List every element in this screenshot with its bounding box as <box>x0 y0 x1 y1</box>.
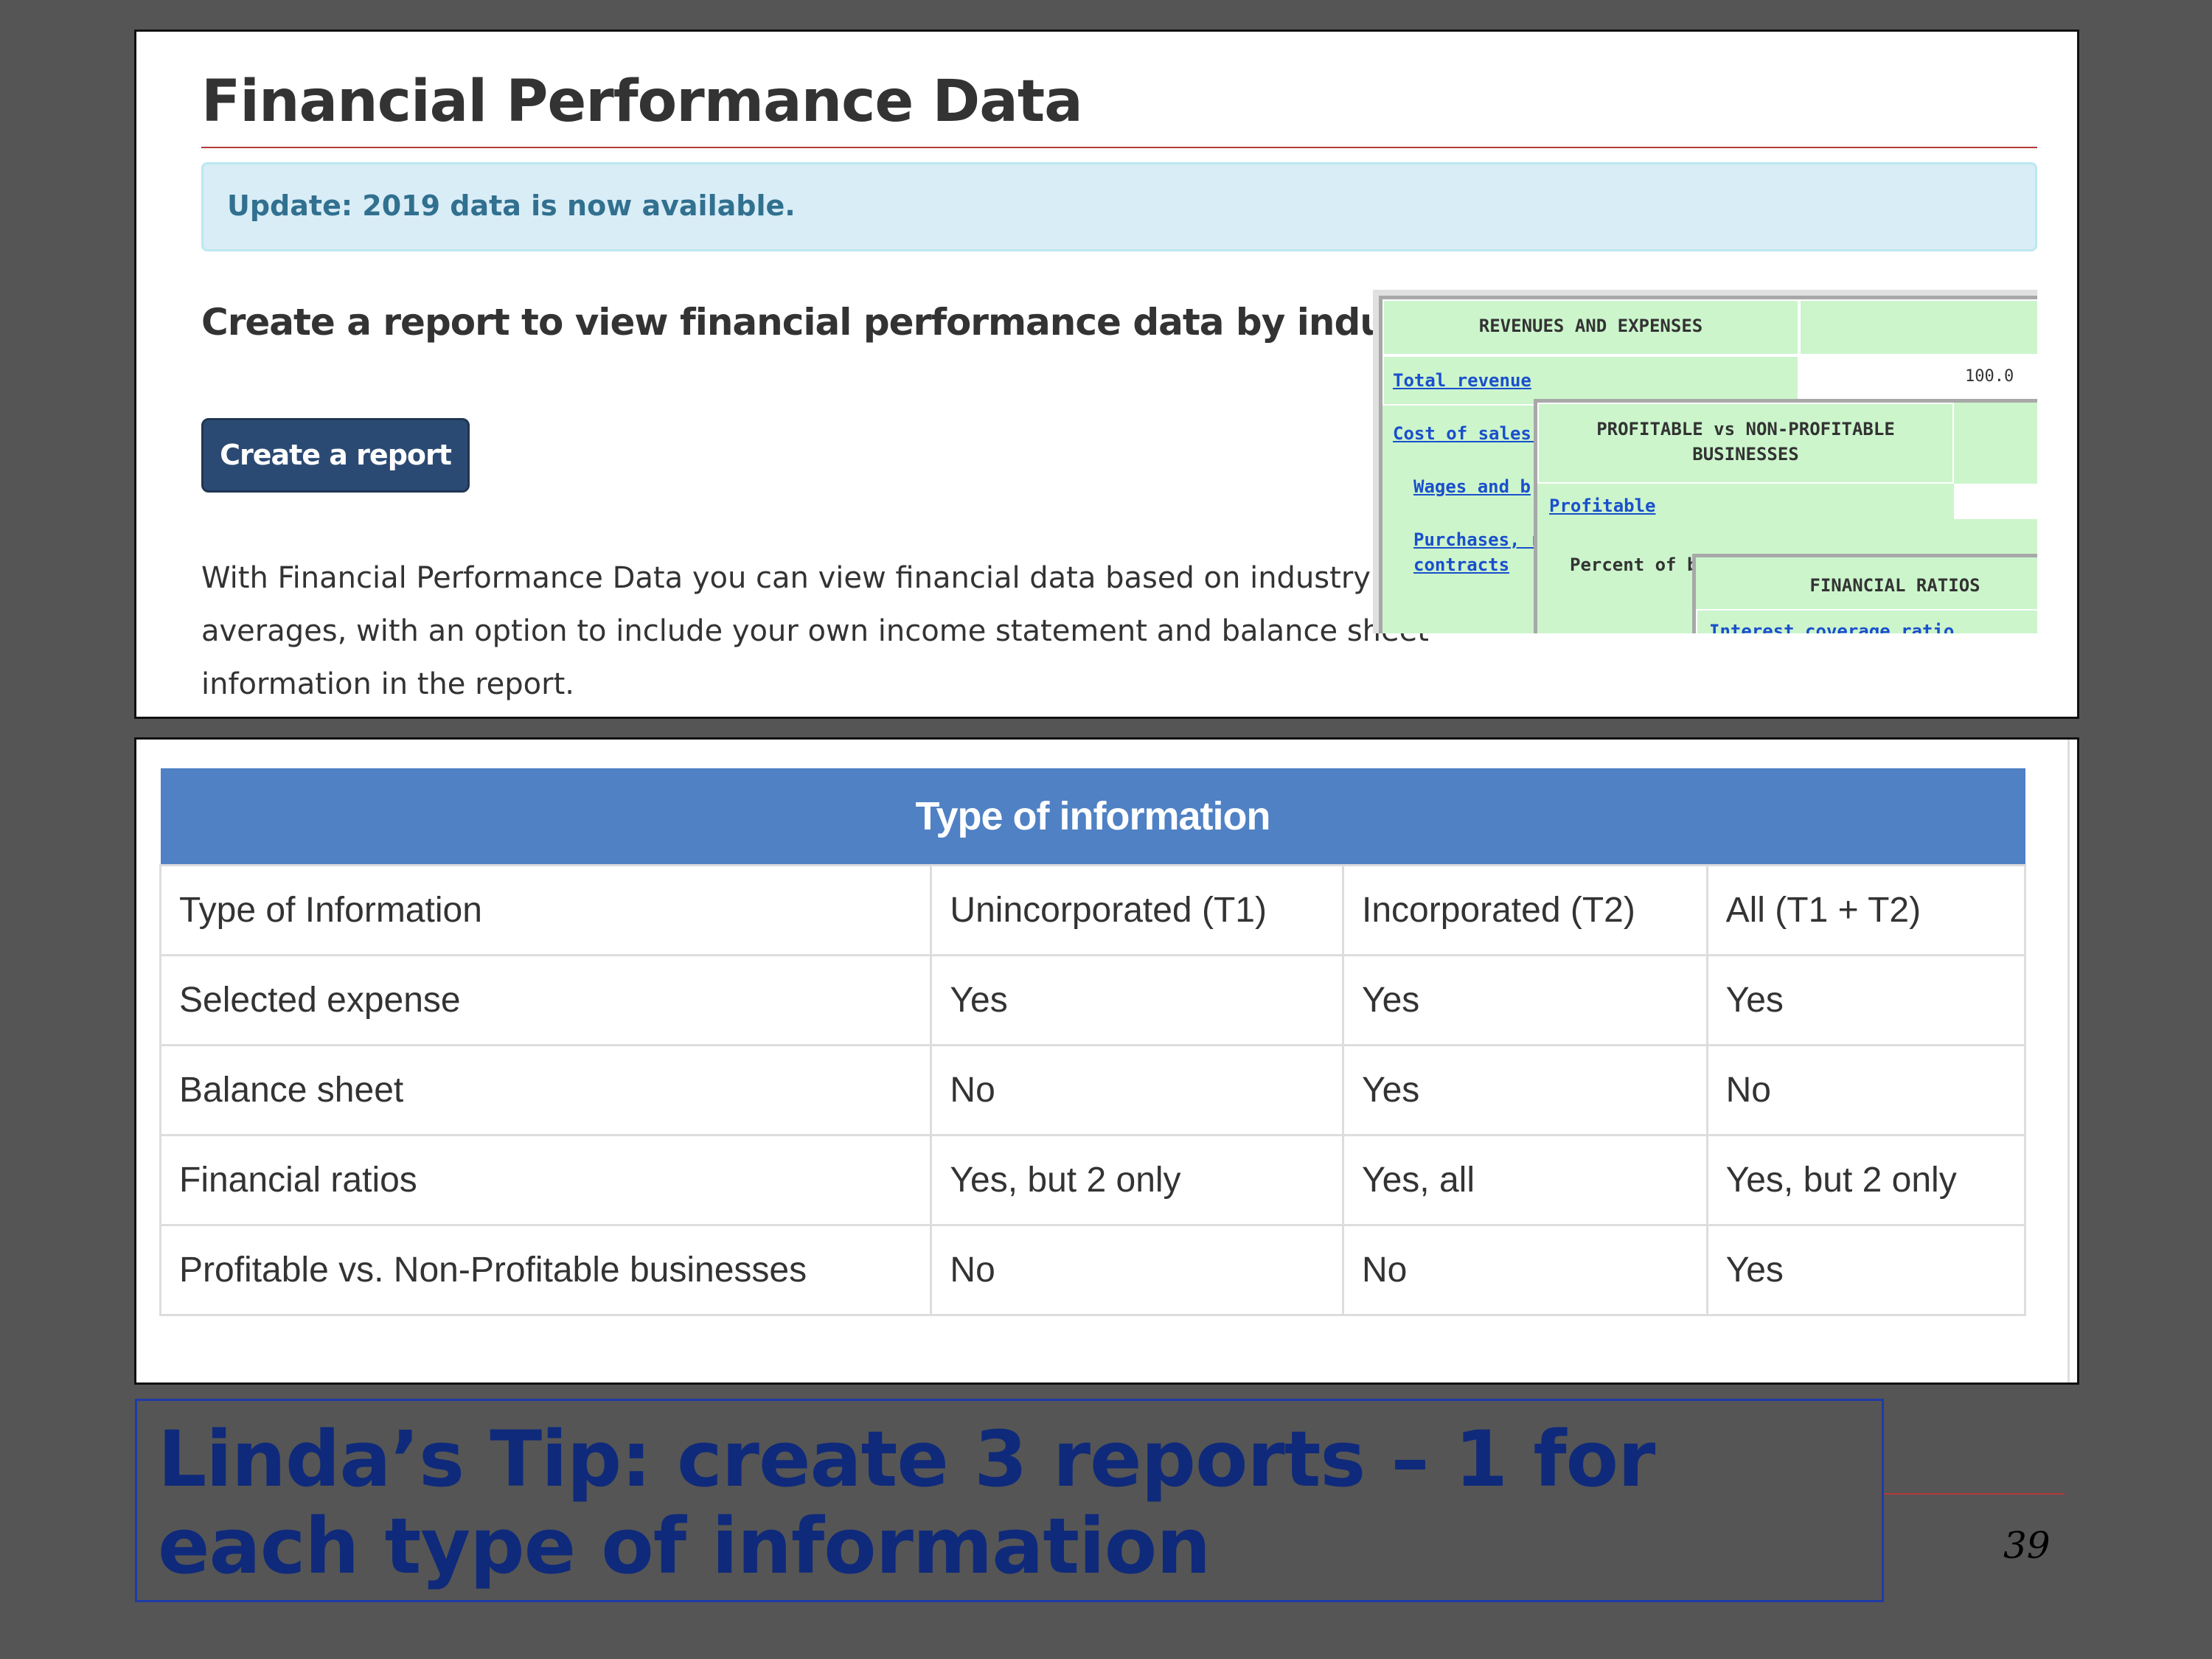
section-heading: Create a report to view financial perfor… <box>201 301 1465 344</box>
preview-cell <box>1954 484 2037 519</box>
create-report-button[interactable]: Create a report <box>201 418 470 493</box>
table-cell: Yes <box>1705 954 2027 1046</box>
table-cell: All (T1 + T2) <box>1705 864 2027 956</box>
profitable-heading-line2: BUSINESSES <box>1692 444 1799 465</box>
table-row: Profitable vs. Non-Profitable businesses… <box>159 1224 2027 1316</box>
revenues-expenses-heading: REVENUES AND EXPENSES <box>1478 316 1703 336</box>
table-cell: Yes <box>1705 1224 2027 1316</box>
total-revenue-value: 100.0 <box>1965 367 2014 386</box>
table-cell: Unincorporated (T1) <box>930 864 1344 956</box>
financial-performance-panel: Financial Performance Data Update: 2019 … <box>134 29 2079 719</box>
total-revenue-link[interactable]: Total revenue <box>1393 370 1531 391</box>
table-cell: Yes <box>1342 954 1708 1046</box>
table-row: Financial ratios Yes, but 2 only Yes, al… <box>159 1134 2027 1226</box>
information-type-table: Type of information Type of Information … <box>159 768 2027 1316</box>
table-cell: Financial ratios <box>159 1134 933 1226</box>
table-cell: Balance sheet <box>159 1044 933 1136</box>
table-cell: Yes, but 2 only <box>1705 1134 2027 1226</box>
table-row-header: Type of Information Unincorporated (T1) … <box>159 864 2027 956</box>
interest-coverage-link[interactable]: Interest coverage ratio <box>1709 621 1954 633</box>
table-cell: Profitable vs. Non-Profitable businesses <box>159 1224 933 1316</box>
financial-ratios-preview: FINANCIAL RATIOS Interest coverage ratio <box>1692 554 2037 633</box>
table-cell: Yes <box>930 954 1344 1046</box>
table-cell: No <box>930 1224 1344 1316</box>
purchases-link[interactable]: Purchases, r <box>1413 529 1541 550</box>
cost-of-sales-link[interactable]: Cost of sales ( <box>1393 423 1553 444</box>
slide-divider <box>1884 1493 2065 1495</box>
tip-text: Linda’s Tip: create 3 reports – 1 for ea… <box>158 1414 1655 1591</box>
page-title: Financial Performance Data <box>201 69 1083 135</box>
wages-link[interactable]: Wages and b <box>1413 476 1531 497</box>
table-caption: Type of information <box>160 768 2025 866</box>
page-number: 39 <box>2003 1524 2051 1567</box>
percent-of-label: Percent of b <box>1570 554 1698 575</box>
alert-text: Update: 2019 data is now available. <box>227 189 796 222</box>
table-cell: Selected expense <box>159 954 933 1046</box>
table-cell: Incorporated (T2) <box>1342 864 1708 956</box>
table-cell: No <box>1705 1044 2027 1136</box>
table-cell: No <box>930 1044 1344 1136</box>
update-alert: Update: 2019 data is now available. <box>201 162 2037 251</box>
tip-box: Linda’s Tip: create 3 reports – 1 for ea… <box>135 1399 1884 1602</box>
table-cell: Yes, but 2 only <box>930 1134 1344 1226</box>
preview-cell <box>1799 299 2037 355</box>
table-cell: Yes <box>1342 1044 1708 1136</box>
financial-ratios-heading: FINANCIAL RATIOS <box>1809 575 1980 596</box>
contracts-link[interactable]: contracts <box>1413 554 1509 575</box>
report-preview-image: REVENUES AND EXPENSES Total revenue 100.… <box>1373 290 2037 633</box>
information-table-panel: Type of information Type of Information … <box>134 737 2079 1385</box>
table-cell: Yes, all <box>1342 1134 1708 1226</box>
table-row: Balance sheet No Yes No <box>159 1044 2027 1136</box>
table-cell: No <box>1342 1224 1708 1316</box>
description-text: With Financial Performance Data you can … <box>201 561 1429 701</box>
title-divider <box>201 147 2037 148</box>
table-cell: Type of Information <box>159 864 933 956</box>
preview-cell <box>1537 403 1954 484</box>
table-row: Selected expense Yes Yes Yes <box>159 954 2027 1046</box>
profitable-link[interactable]: Profitable <box>1549 495 1656 516</box>
profitable-heading-line1: PROFITABLE vs NON-PROFITABLE <box>1596 419 1895 439</box>
